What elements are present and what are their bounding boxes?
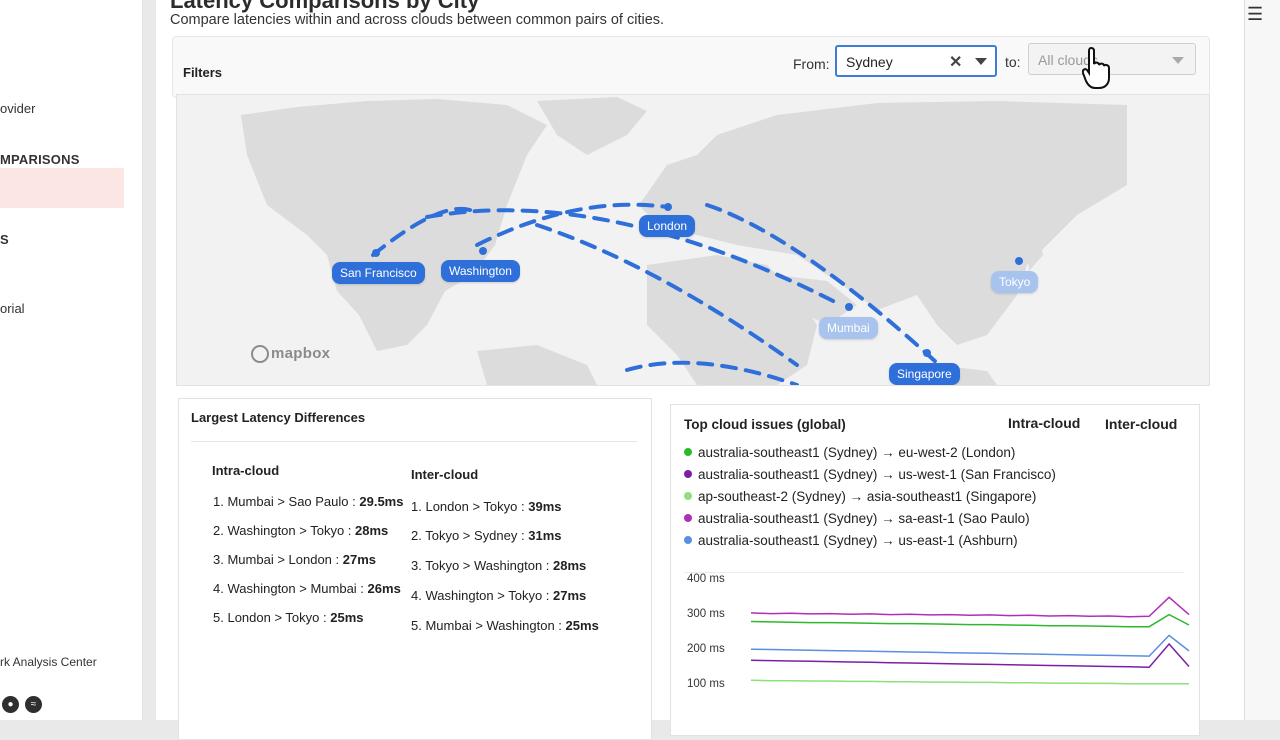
intra-cloud-row: 4. Washington > Mumbai : 26ms — [213, 581, 401, 596]
from-city-select[interactable]: Sydney ✕ — [835, 45, 997, 77]
city-dot-mumbai[interactable] — [845, 303, 853, 311]
pair: Mumbai > Washington : — [425, 618, 562, 633]
world-map — [241, 97, 1127, 385]
filter-bar: Filters From: Sydney ✕ to: All clouds — [172, 36, 1210, 98]
pair: London > Tokyo : — [227, 610, 327, 625]
pair: Mumbai > London : — [227, 552, 340, 567]
inter-cloud-row: 1. London > Tokyo : 39ms — [411, 499, 562, 514]
city-dot-san-francisco[interactable] — [372, 249, 380, 257]
intra-cloud-row: 5. London > Tokyo : 25ms — [213, 610, 364, 625]
sidebar: ovider MPARISONS S orial rk Analysis Cen… — [0, 0, 143, 720]
pair: Tokyo > Sydney : — [425, 528, 525, 543]
from-label: From: — [793, 56, 830, 72]
chevron-down-icon[interactable] — [975, 58, 987, 65]
rank: 5. — [213, 610, 224, 625]
github-icon[interactable]: ● — [2, 696, 19, 713]
value: 31ms — [528, 528, 562, 543]
latency-line-chart[interactable] — [671, 405, 1199, 735]
intra-cloud-heading: Intra-cloud — [212, 463, 280, 478]
inter-cloud-row: 5. Mumbai > Washington : 25ms — [411, 618, 599, 633]
largest-latency-differences: Largest Latency Differences Intra-cloud … — [178, 398, 652, 740]
landmass-south-america — [477, 345, 597, 385]
pair: London > Tokyo : — [425, 499, 525, 514]
rank: 2. — [213, 523, 224, 538]
rss-icon[interactable]: ≈ — [25, 696, 42, 713]
top-cloud-issues: Top cloud issues (global) Intra-cloud In… — [670, 404, 1200, 736]
mapbox-icon — [251, 345, 269, 363]
city-label-washington[interactable]: Washington — [441, 260, 520, 282]
city-dot-tokyo[interactable] — [1015, 257, 1023, 265]
inter-cloud-row: 3. Tokyo > Washington : 28ms — [411, 558, 586, 573]
value: 28ms — [553, 558, 587, 573]
value: 29.5ms — [359, 494, 404, 509]
to-cloud-select[interactable]: All clouds — [1028, 43, 1196, 75]
city-map[interactable]: San Francisco Washington London Mumbai T… — [176, 94, 1210, 386]
rank: 4. — [213, 581, 224, 596]
hand-cursor-icon — [1082, 46, 1110, 89]
page-subtitle: Compare latencies within and across clou… — [170, 12, 665, 28]
rank: 5. — [411, 618, 422, 633]
intra-cloud-row: 2. Washington > Tokyo : 28ms — [213, 523, 388, 538]
value: 27ms — [342, 552, 376, 567]
series-line — [750, 596, 1190, 618]
sidebar-item-provider[interactable]: ovider — [0, 101, 35, 116]
value: 27ms — [553, 588, 587, 603]
main-panel: Latency Comparisons by City Compare late… — [156, 0, 1244, 740]
intra-cloud-row: 1. Mumbai > Sao Paulo : 29.5ms — [213, 494, 403, 509]
rank: 1. — [411, 499, 422, 514]
rank: 2. — [411, 528, 422, 543]
pair: Tokyo > Washington : — [425, 558, 550, 573]
rank: 1. — [213, 494, 224, 509]
clear-icon[interactable]: ✕ — [949, 52, 962, 72]
value: 39ms — [528, 499, 562, 514]
inter-cloud-heading: Inter-cloud — [411, 467, 479, 482]
pair: Mumbai > Sao Paulo : — [227, 494, 356, 509]
series-line — [750, 679, 1189, 685]
from-city-value: Sydney — [846, 54, 893, 70]
intra-cloud-row: 3. Mumbai > London : 27ms — [213, 552, 376, 567]
value: 28ms — [355, 523, 389, 538]
city-dot-singapore[interactable] — [923, 349, 931, 357]
inter-cloud-row: 2. Tokyo > Sydney : 31ms — [411, 528, 561, 543]
rank: 4. — [411, 588, 422, 603]
background-window: ☰ — [1244, 0, 1280, 720]
chevron-down-icon[interactable] — [1172, 57, 1184, 64]
city-label-london[interactable]: London — [639, 215, 696, 237]
sidebar-item-tutorial[interactable]: orial — [0, 301, 25, 316]
mapbox-wordmark: mapbox — [271, 345, 331, 362]
rank: 3. — [213, 552, 224, 567]
city-label-mumbai[interactable]: Mumbai — [819, 317, 878, 339]
menu-icon[interactable]: ☰ — [1247, 4, 1263, 25]
city-dot-london[interactable] — [664, 203, 672, 211]
sidebar-section-heading: S — [0, 232, 9, 247]
city-label-singapore[interactable]: Singapore — [889, 363, 960, 385]
sidebar-link-analysis-center[interactable]: rk Analysis Center — [0, 655, 97, 669]
pair: Washington > Mumbai : — [227, 581, 364, 596]
city-label-san-francisco[interactable]: San Francisco — [332, 262, 425, 284]
value: 26ms — [367, 581, 401, 596]
value: 25ms — [565, 618, 599, 633]
city-dot-washington[interactable] — [479, 247, 487, 255]
rank: 3. — [411, 558, 422, 573]
sidebar-section-comparisons: MPARISONS — [0, 152, 80, 167]
pair: Washington > Tokyo : — [425, 588, 550, 603]
inter-cloud-row: 4. Washington > Tokyo : 27ms — [411, 588, 586, 603]
card-title: Largest Latency Differences — [191, 410, 366, 425]
pair: Washington > Tokyo : — [227, 523, 352, 538]
divider — [191, 441, 637, 442]
value: 25ms — [330, 610, 364, 625]
series-line — [750, 634, 1190, 657]
filters-label: Filters — [183, 65, 223, 80]
sidebar-item-active[interactable] — [0, 168, 124, 208]
to-label: to: — [1005, 54, 1021, 70]
landmass-north-america — [241, 99, 547, 351]
mapbox-logo[interactable]: mapbox — [251, 345, 330, 363]
landmass-greenland — [537, 97, 647, 155]
city-label-tokyo[interactable]: Tokyo — [991, 271, 1039, 293]
